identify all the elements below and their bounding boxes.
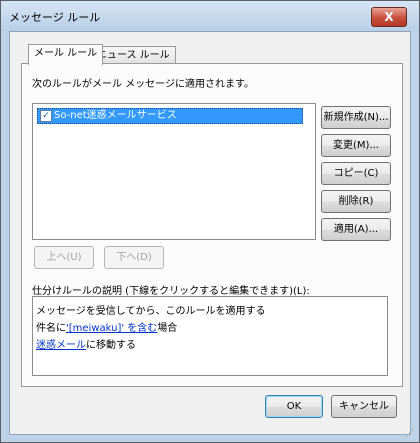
rule-description-box[interactable]: メッセージを受信してから、このルールを適用する 件名に'[meiwaku]' を… [32, 296, 388, 376]
resize-grip-icon[interactable]: ⋰ [405, 429, 417, 441]
rule-label: So-net迷惑メールサービス [54, 110, 177, 121]
tab-mail-rules-label: メール ルール [34, 48, 98, 59]
rules-list[interactable]: ✓ So-net迷惑メールサービス [32, 103, 316, 240]
dialog-window: メッセージ ルール X メール ルール ニュース ルール 次のルールがメール メ… [0, 0, 420, 443]
tab-news-rules-label: ニュース ルール [97, 50, 170, 61]
rule-row-sonet[interactable]: ✓ So-net迷惑メールサービス [37, 108, 303, 124]
window-title: メッセージ ルール [9, 11, 101, 24]
description-line-1: メッセージを受信してから、このルールを適用する [36, 306, 266, 317]
close-button[interactable]: X [371, 7, 407, 27]
modify-rule-button[interactable]: 変更(M)... [321, 134, 391, 157]
move-down-button[interactable]: 下へ(D) [104, 246, 164, 269]
apply-rule-button[interactable]: 適用(A)... [321, 218, 391, 241]
close-icon: X [384, 10, 394, 24]
description-line-3-suffix: に移動する [86, 340, 136, 351]
ok-button[interactable]: OK [265, 395, 323, 418]
copy-rule-button[interactable]: コピー(C) [321, 162, 391, 185]
description-line-3: 迷惑メールに移動する [36, 336, 136, 351]
title-bar[interactable]: メッセージ ルール X [1, 1, 419, 31]
description-line-2-suffix: 場合 [157, 323, 178, 334]
description-line-2: 件名に'[meiwaku]' を含む場合 [36, 319, 177, 334]
cancel-button[interactable]: キャンセル [331, 395, 397, 418]
rules-intro-text: 次のルールがメール メッセージに適用されます。 [32, 79, 254, 90]
description-label: 仕分けルールの説明 (下線をクリックすると編集できます)(L): [32, 286, 310, 297]
new-rule-button[interactable]: 新規作成(N)... [321, 106, 391, 129]
subject-condition-link[interactable]: '[meiwaku]' を含む [66, 323, 157, 334]
move-up-button[interactable]: 上へ(U) [34, 246, 94, 269]
delete-rule-button[interactable]: 削除(R) [321, 190, 391, 213]
description-line-2-prefix: 件名に [36, 323, 66, 334]
rule-checkbox[interactable]: ✓ [40, 110, 52, 122]
target-folder-link[interactable]: 迷惑メール [36, 340, 86, 351]
tab-mail-rules[interactable]: メール ルール [28, 44, 104, 65]
